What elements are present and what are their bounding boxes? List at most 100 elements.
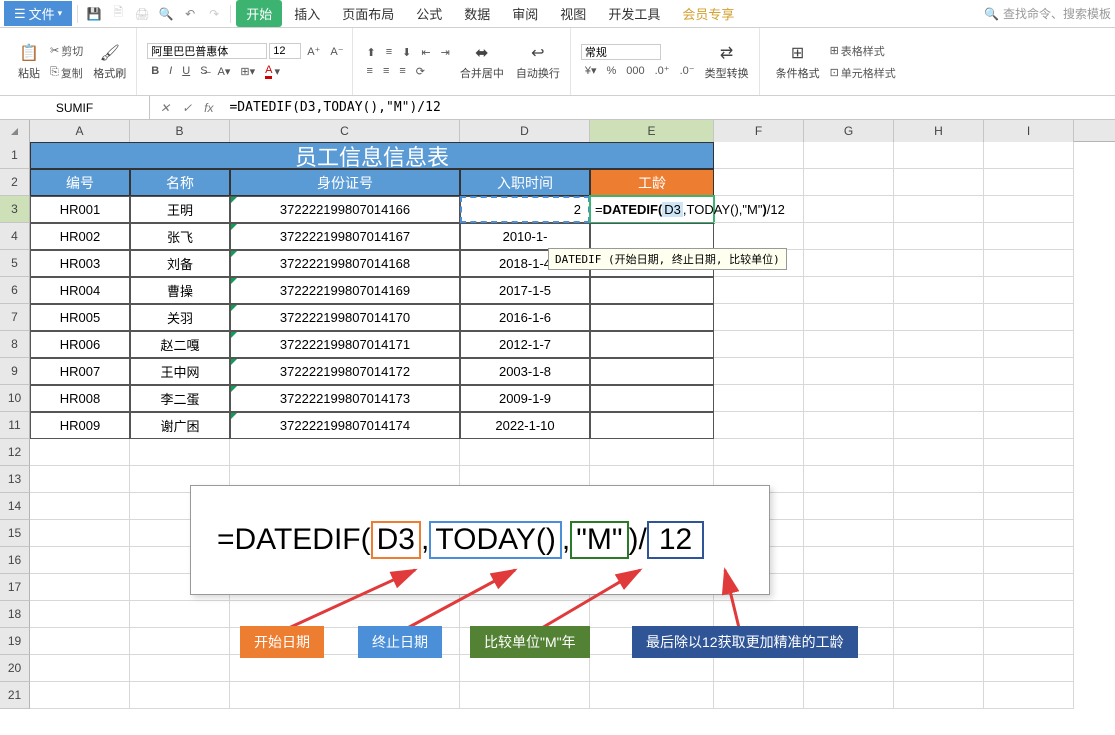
- row-header-2[interactable]: 2: [0, 169, 30, 196]
- cell[interactable]: [984, 547, 1074, 574]
- cell[interactable]: [894, 250, 984, 277]
- cell[interactable]: [30, 628, 130, 655]
- cell[interactable]: 刘备: [130, 250, 230, 277]
- tab-insert[interactable]: 插入: [284, 0, 330, 27]
- cell[interactable]: [30, 520, 130, 547]
- cell[interactable]: [590, 358, 714, 385]
- cell[interactable]: [804, 682, 894, 709]
- decimal-dec-icon[interactable]: .0⁻: [676, 62, 699, 79]
- cell[interactable]: 372222199807014170: [230, 304, 460, 331]
- row-header-14[interactable]: 14: [0, 493, 30, 520]
- cell[interactable]: [804, 196, 894, 223]
- cell[interactable]: [130, 601, 230, 628]
- format-painter-button[interactable]: 🖌格式刷: [87, 41, 132, 83]
- row-header-12[interactable]: 12: [0, 439, 30, 466]
- cell[interactable]: [984, 385, 1074, 412]
- title-cell[interactable]: 员工信息信息表: [30, 142, 714, 169]
- cell[interactable]: 2017-1-5: [460, 277, 590, 304]
- print-icon[interactable]: 🖨: [131, 3, 153, 25]
- cell[interactable]: [894, 682, 984, 709]
- cell[interactable]: 王明: [130, 196, 230, 223]
- cell[interactable]: [30, 547, 130, 574]
- cell[interactable]: [894, 412, 984, 439]
- table-style-button[interactable]: ⊞ 表格样式: [826, 41, 889, 61]
- cell[interactable]: 372222199807014174: [230, 412, 460, 439]
- cell[interactable]: 王中网: [130, 358, 230, 385]
- save-icon[interactable]: 💾: [83, 3, 105, 25]
- header-C[interactable]: 身份证号: [230, 169, 460, 196]
- name-box-input[interactable]: [8, 101, 141, 115]
- cell[interactable]: [460, 655, 590, 682]
- cell[interactable]: HR003: [30, 250, 130, 277]
- font-color-button[interactable]: A▾: [261, 62, 284, 81]
- cell[interactable]: [230, 601, 460, 628]
- tab-dev[interactable]: 开发工具: [598, 0, 670, 27]
- cell[interactable]: 372222199807014171: [230, 331, 460, 358]
- cell[interactable]: [30, 574, 130, 601]
- cell[interactable]: 372222199807014173: [230, 385, 460, 412]
- redo-icon[interactable]: ↷: [203, 3, 225, 25]
- col-header-B[interactable]: B: [130, 120, 230, 142]
- cell[interactable]: [894, 331, 984, 358]
- cell[interactable]: 372222199807014172: [230, 358, 460, 385]
- row-header-1[interactable]: 1: [0, 142, 30, 169]
- cell[interactable]: [984, 601, 1074, 628]
- cell[interactable]: [804, 466, 894, 493]
- cell[interactable]: [984, 412, 1074, 439]
- cell[interactable]: 2016-1-6: [460, 304, 590, 331]
- cell[interactable]: [230, 439, 460, 466]
- tab-layout[interactable]: 页面布局: [332, 0, 404, 27]
- cell[interactable]: HR001: [30, 196, 130, 223]
- cond-format-button[interactable]: ⊞条件格式: [770, 41, 826, 83]
- cell[interactable]: [894, 439, 984, 466]
- cell[interactable]: [894, 520, 984, 547]
- undo-icon[interactable]: ↶: [179, 3, 201, 25]
- cell[interactable]: [230, 682, 460, 709]
- cell[interactable]: [894, 196, 984, 223]
- cell[interactable]: [714, 331, 804, 358]
- cell[interactable]: 李二蛋: [130, 385, 230, 412]
- merge-button[interactable]: ⬌合并居中: [454, 41, 510, 83]
- row-header-13[interactable]: 13: [0, 466, 30, 493]
- cell[interactable]: [804, 223, 894, 250]
- cell[interactable]: [984, 250, 1074, 277]
- cell[interactable]: [894, 628, 984, 655]
- cell[interactable]: [130, 682, 230, 709]
- cell[interactable]: [460, 601, 590, 628]
- cell[interactable]: 2012-1-7: [460, 331, 590, 358]
- row-header-20[interactable]: 20: [0, 655, 30, 682]
- row-header-17[interactable]: 17: [0, 574, 30, 601]
- tab-start[interactable]: 开始: [236, 0, 282, 27]
- indent-left-icon[interactable]: ⇤: [417, 44, 434, 61]
- row-header-4[interactable]: 4: [0, 223, 30, 250]
- paste-button[interactable]: 📋粘贴: [12, 41, 46, 83]
- cell[interactable]: [30, 655, 130, 682]
- cell[interactable]: [894, 466, 984, 493]
- align-left-icon[interactable]: ≡: [363, 63, 377, 79]
- cell[interactable]: [984, 655, 1074, 682]
- cell[interactable]: HR006: [30, 331, 130, 358]
- row-header-16[interactable]: 16: [0, 547, 30, 574]
- col-header-A[interactable]: A: [30, 120, 130, 142]
- font-size-input[interactable]: [269, 43, 301, 59]
- cell[interactable]: [30, 439, 130, 466]
- cell[interactable]: [804, 412, 894, 439]
- cell[interactable]: [984, 277, 1074, 304]
- cell[interactable]: [590, 655, 714, 682]
- orientation-icon[interactable]: ⟳: [412, 63, 429, 80]
- formula-input[interactable]: =DATEDIF(D3,TODAY(),"M")/12: [223, 100, 1115, 115]
- cell[interactable]: [804, 439, 894, 466]
- active-cell[interactable]: =DATEDIF(D3,TODAY(),"M")/12: [590, 196, 714, 223]
- cell[interactable]: [804, 520, 894, 547]
- cell[interactable]: 372222199807014166: [230, 196, 460, 223]
- cell[interactable]: [590, 412, 714, 439]
- row-header-6[interactable]: 6: [0, 277, 30, 304]
- cell[interactable]: [894, 223, 984, 250]
- cell[interactable]: [714, 304, 804, 331]
- align-top-icon[interactable]: ⬆: [363, 44, 380, 61]
- cell[interactable]: [230, 655, 460, 682]
- cell[interactable]: 张飞: [130, 223, 230, 250]
- cell[interactable]: [894, 493, 984, 520]
- cell[interactable]: [894, 655, 984, 682]
- font-name-input[interactable]: [147, 43, 267, 59]
